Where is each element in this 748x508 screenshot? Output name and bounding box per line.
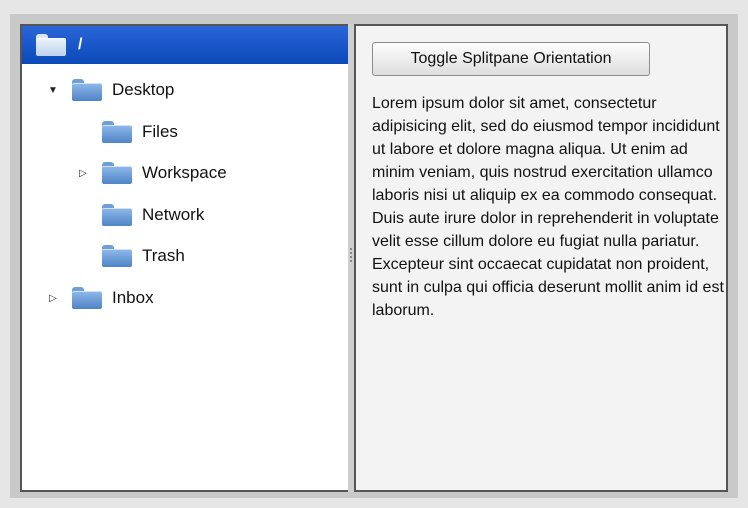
tree-item-workspace[interactable]: ▷ Workspace <box>76 157 227 189</box>
tree-item-label: Inbox <box>112 288 154 307</box>
tree-item-inbox[interactable]: ▷ Inbox <box>46 282 154 314</box>
expanded-triangle-icon[interactable]: ▼ <box>46 83 60 97</box>
tree-item-label: Files <box>142 122 178 141</box>
tree-item-label: Desktop <box>112 80 175 99</box>
tree-root-label: / <box>78 36 83 53</box>
folder-icon <box>72 287 102 309</box>
body-text: Lorem ipsum dolor sit amet, consectetur … <box>372 95 724 319</box>
folder-icon <box>72 79 102 101</box>
folder-icon <box>102 162 132 184</box>
tree-item-trash[interactable]: Trash <box>76 240 185 272</box>
tree-item-label: Workspace <box>142 163 227 182</box>
folder-icon <box>36 34 66 56</box>
tree-item-desktop[interactable]: ▼ Desktop <box>46 74 174 106</box>
folder-icon <box>102 204 132 226</box>
tree-item-label: Network <box>142 205 205 224</box>
tree-root-row[interactable]: / <box>22 26 348 64</box>
tree-item-network[interactable]: Network <box>76 199 204 231</box>
folder-icon <box>102 245 132 267</box>
tree-pane: / ▼ Desktop Files ▷ Workspace Network Tr… <box>20 24 350 492</box>
tree-item-files[interactable]: Files <box>76 116 178 148</box>
toggle-orientation-button[interactable]: Toggle Splitpane Orientation <box>372 42 650 76</box>
collapsed-triangle-icon[interactable]: ▷ <box>76 166 90 180</box>
collapsed-triangle-icon[interactable]: ▷ <box>46 291 60 305</box>
tree-item-label: Trash <box>142 246 185 265</box>
folder-icon <box>102 121 132 143</box>
divider-grip-icon[interactable] <box>350 248 352 264</box>
